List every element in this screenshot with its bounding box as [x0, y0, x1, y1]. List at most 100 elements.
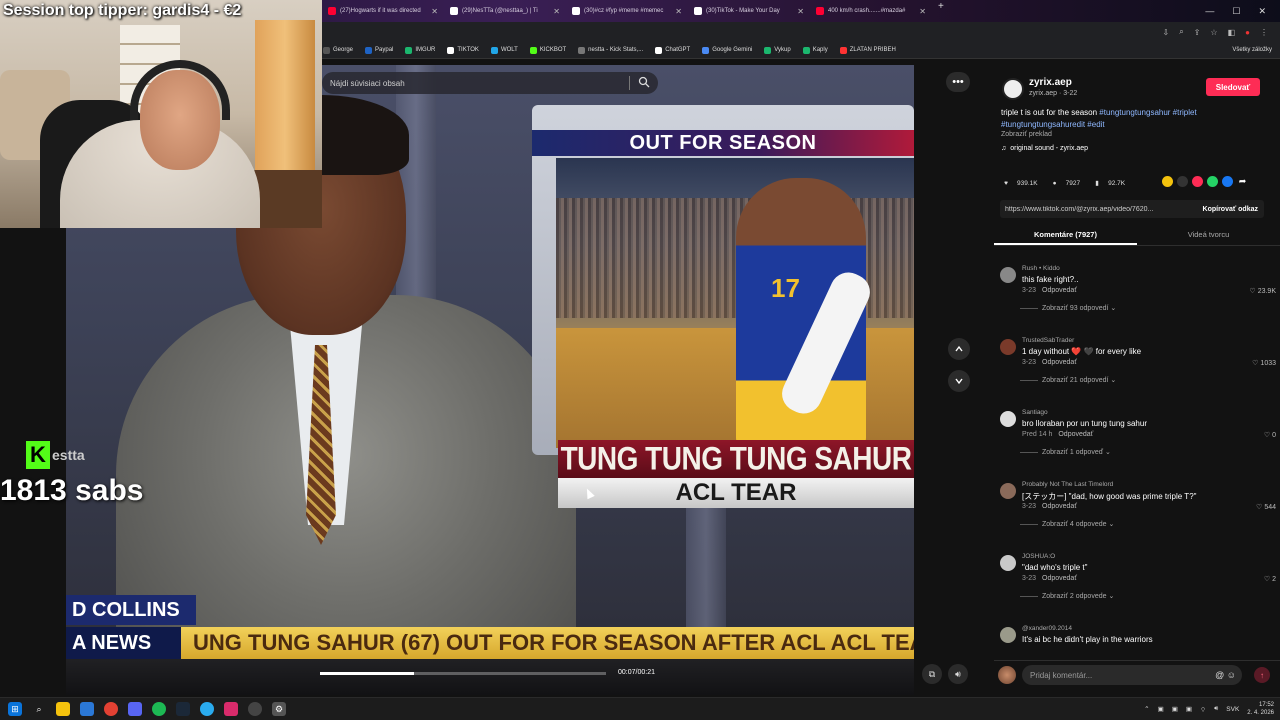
commenter-name[interactable]: Probably Not The Last Timelord — [1022, 481, 1113, 488]
new-tab-icon[interactable]: + — [932, 1, 944, 21]
language-indicator[interactable]: SVK — [1226, 706, 1239, 713]
browser-tab[interactable]: (30)TikTok - Make Your Day ✕ — [688, 1, 810, 21]
commenter-name[interactable]: JOSHUA:O — [1022, 553, 1055, 560]
bookmark-item[interactable]: Paypal — [365, 46, 393, 54]
bookmark-item[interactable]: WOLT — [490, 46, 518, 54]
browser-tab[interactable]: 400 km/h crash.......#mazda# ✕ — [810, 1, 932, 21]
file-explorer-icon[interactable] — [56, 702, 70, 716]
bookmark-star-icon[interactable]: ☆ — [1210, 28, 1217, 37]
bookmark-item[interactable]: ZLATAN PRIBEH — [839, 46, 896, 54]
close-tab-icon[interactable]: ✕ — [797, 7, 804, 16]
menu-icon[interactable]: ⋮ — [1260, 28, 1268, 37]
sound-link[interactable]: ♫ original sound - zyrix.aep — [1001, 145, 1088, 152]
commenter-name[interactable]: Santiago — [1022, 409, 1048, 416]
send-comment-button[interactable]: ↑ — [1254, 667, 1270, 683]
comment-icon[interactable]: ● — [1050, 178, 1060, 188]
author-avatar[interactable] — [1002, 78, 1024, 100]
embed-icon[interactable] — [1177, 176, 1188, 187]
video-progress-bar[interactable] — [320, 672, 606, 675]
mention-emoji-icons[interactable]: @ ☺ — [1215, 670, 1242, 680]
speaker-icon[interactable]: 🔊︎ — [1214, 705, 1218, 713]
comment-like[interactable]: ♡ 2 — [1264, 575, 1276, 584]
reply-button[interactable]: Odpovedať — [1042, 359, 1077, 366]
next-video-button[interactable] — [948, 370, 970, 392]
bookmark-item[interactable]: George — [323, 46, 353, 54]
bookmark-item[interactable]: Google Gemini — [702, 46, 752, 54]
obs-icon[interactable] — [248, 702, 262, 716]
bookmark-icon[interactable]: ▮ — [1092, 178, 1102, 188]
search-icon[interactable] — [638, 76, 650, 88]
app-icon[interactable] — [80, 702, 94, 716]
commenter-avatar[interactable] — [1000, 267, 1016, 283]
bookmark-item[interactable]: ChatGPT — [655, 46, 690, 54]
close-window-icon[interactable]: ✕ — [1258, 6, 1266, 17]
reply-button[interactable]: Odpovedať — [1042, 575, 1077, 582]
tray-app-icon[interactable]: ▣ — [1172, 705, 1178, 713]
commenter-avatar[interactable] — [1000, 555, 1016, 571]
commenter-name[interactable]: Rush • Kiddo — [1022, 265, 1060, 272]
translate-link[interactable]: Zobraziť preklad — [1001, 131, 1052, 138]
windows-start-icon[interactable]: ⊞ — [8, 702, 22, 716]
commenter-name[interactable]: TrustedSabTrader — [1022, 337, 1074, 344]
reply-button[interactable]: Odpovedať — [1042, 287, 1077, 294]
bookmark-item[interactable]: IMGUR — [405, 46, 435, 54]
tray-app-icon[interactable]: ▣ — [1158, 705, 1164, 713]
close-tab-icon[interactable]: ✕ — [553, 7, 560, 16]
browser-tab[interactable]: (27)Hogwarts if it was directed ✕ — [322, 1, 444, 21]
comment-like[interactable]: ♡ 1033 — [1252, 359, 1276, 368]
app-icon-2[interactable] — [224, 702, 238, 716]
tray-app-icon[interactable]: ▣ — [1186, 705, 1192, 713]
telegram-icon[interactable] — [200, 702, 214, 716]
network-icon[interactable]: ⌔ — [1200, 705, 1206, 714]
share-arrow-icon[interactable]: ➦ — [1237, 176, 1248, 187]
heart-icon[interactable]: ♥ — [1001, 178, 1011, 188]
commenter-avatar[interactable] — [1000, 483, 1016, 499]
view-replies-button[interactable]: Zobraziť 4 odpovede ⌄ — [1020, 520, 1114, 528]
extensions-icon[interactable]: ◧ — [1228, 28, 1236, 37]
clock[interactable]: 17:52 2. 4. 2026 — [1247, 701, 1274, 717]
bookmark-item[interactable]: nestta - Kick Stats,... — [578, 46, 643, 54]
comment-like[interactable]: ♡ 23.9K — [1249, 287, 1276, 296]
author-name[interactable]: zyrix.aep — [1029, 77, 1072, 88]
facebook-icon[interactable] — [1222, 176, 1233, 187]
comment-like[interactable]: ♡ 544 — [1256, 503, 1276, 512]
follow-button[interactable]: Sledovať — [1206, 78, 1260, 96]
share-page-icon[interactable]: ⇪ — [1194, 28, 1201, 37]
commenter-name[interactable]: @xander09.2014 — [1022, 625, 1072, 632]
discord-icon[interactable] — [128, 702, 142, 716]
whatsapp-icon[interactable] — [1207, 176, 1218, 187]
bookmark-item[interactable]: TIKTOK — [447, 46, 479, 54]
copy-link-button[interactable]: Kopírovať odkaz — [1203, 206, 1264, 213]
search-input[interactable]: Nájdi súvisiaci obsah — [330, 79, 405, 88]
bookmark-item[interactable]: Kaply — [802, 46, 828, 54]
browser-tab[interactable]: (30)#cz #fyp #meme #memec ✕ — [566, 1, 688, 21]
install-icon[interactable]: ⇩ — [1163, 28, 1170, 37]
bookmark-item[interactable]: KICKBOT — [529, 46, 566, 54]
commenter-avatar[interactable] — [1000, 627, 1016, 643]
browser-tab[interactable]: (29)NesTTa (@nesttaa_) | Ti ✕ — [444, 1, 566, 21]
pip-icon[interactable]: ⧉ — [922, 664, 942, 684]
tab-comments[interactable]: Komentáre (7927) — [994, 228, 1137, 245]
chrome-icon[interactable] — [104, 702, 118, 716]
tab-creator-videos[interactable]: Videá tvorcu — [1137, 228, 1280, 245]
steam-icon[interactable] — [176, 702, 190, 716]
previous-video-button[interactable] — [948, 338, 970, 360]
emoji-share-icon[interactable] — [1162, 176, 1173, 187]
maximize-icon[interactable]: ☐ — [1232, 6, 1240, 17]
view-replies-button[interactable]: Zobraziť 93 odpovedí ⌄ — [1020, 304, 1116, 312]
comment-input[interactable]: Pridaj komentár... @ ☺ — [1022, 665, 1242, 685]
settings-icon[interactable]: ⚙ — [272, 702, 286, 716]
tray-chevron-icon[interactable]: ⌃ — [1144, 705, 1149, 713]
zoom-icon[interactable]: ⌕ — [1179, 27, 1183, 37]
search-taskbar-icon[interactable]: ⌕ — [32, 702, 46, 716]
view-replies-button[interactable]: Zobraziť 21 odpovedí ⌄ — [1020, 376, 1116, 384]
commenter-avatar[interactable] — [1000, 339, 1016, 355]
related-search-bar[interactable]: Nájdi súvisiaci obsah — [322, 72, 658, 94]
record-icon[interactable]: ● — [1245, 28, 1250, 37]
reply-button[interactable]: Odpovedať — [1058, 431, 1093, 438]
minimize-icon[interactable]: — — [1205, 6, 1214, 17]
all-bookmarks-link[interactable]: Všetky záložky — [1232, 47, 1280, 53]
close-tab-icon[interactable]: ✕ — [919, 7, 926, 16]
more-options-button[interactable]: ••• — [946, 72, 970, 92]
bookmark-item[interactable]: Vykup — [764, 46, 791, 54]
